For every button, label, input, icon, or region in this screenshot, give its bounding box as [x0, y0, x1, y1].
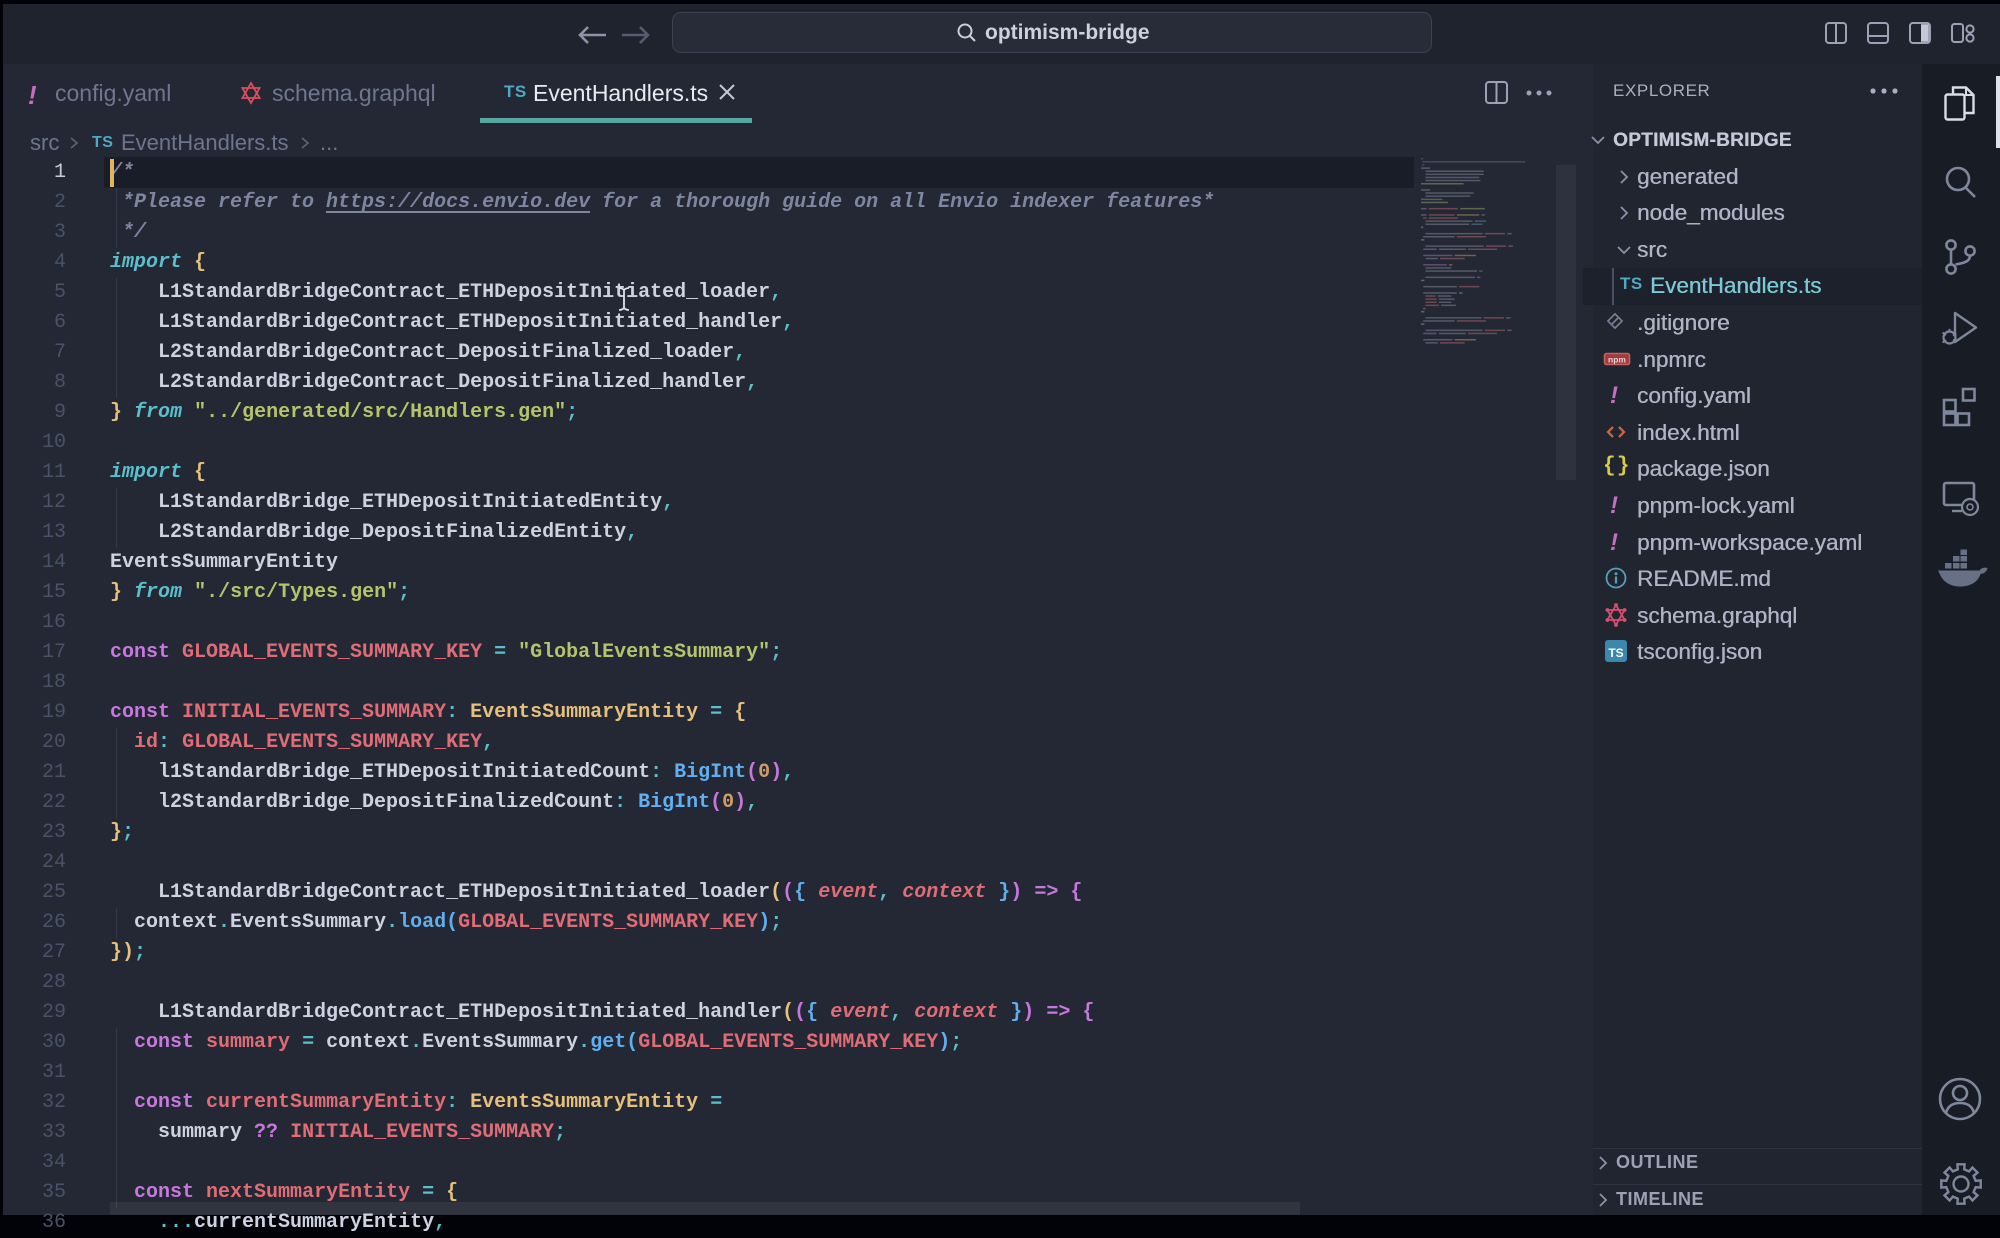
svg-text:npm: npm — [1608, 354, 1626, 364]
svg-text:TS: TS — [1608, 646, 1623, 660]
